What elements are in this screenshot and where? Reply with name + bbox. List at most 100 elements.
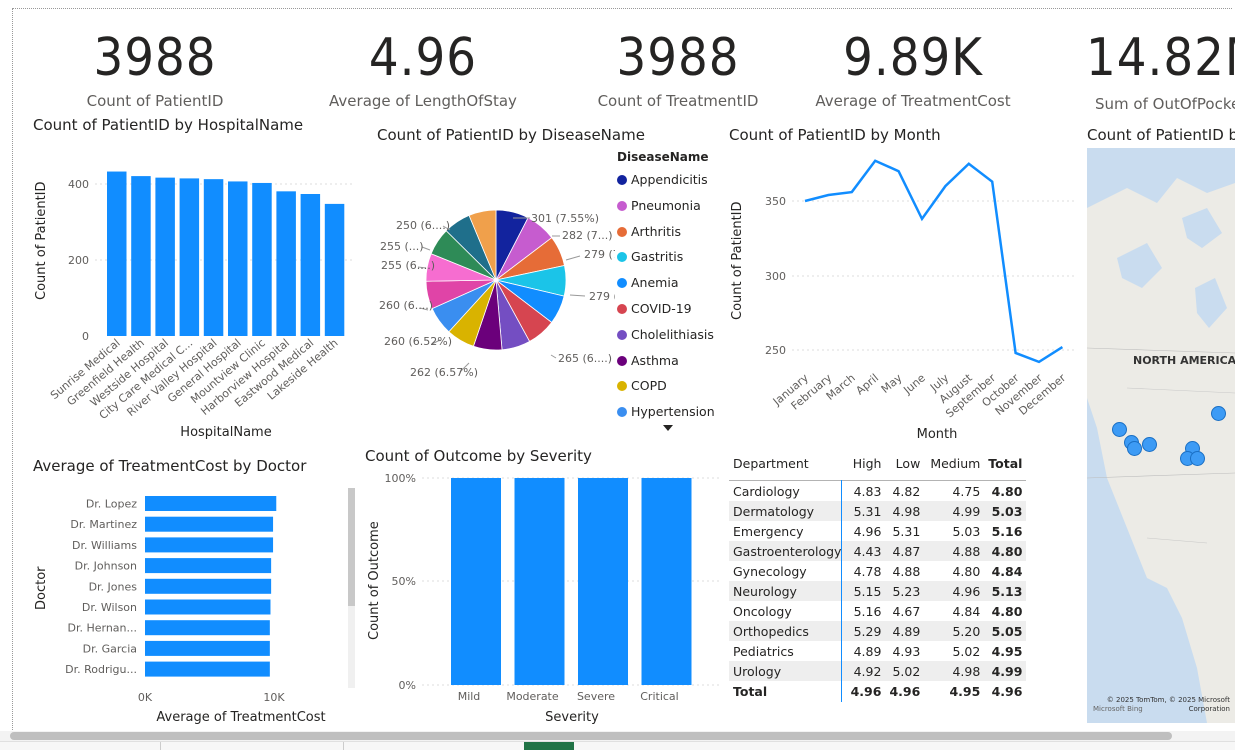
scrollbar-thumb[interactable] xyxy=(348,488,355,606)
matrix-cell: 4.89 xyxy=(853,643,882,659)
pie-legend[interactable]: DiseaseName Appendicitis Pneumonia Arthrit… xyxy=(615,148,725,448)
map-canvas[interactable]: NORTH AMERICA Microsoft Bing © 2025 TomT… xyxy=(1087,148,1235,723)
legend-marker xyxy=(617,407,627,418)
hospital-bar[interactable] xyxy=(324,203,345,336)
matrix-row[interactable]: Gynecology 4.78 4.88 4.80 4.84 xyxy=(729,561,1026,581)
legend-item[interactable]: Appendicitis xyxy=(617,172,708,187)
pie-data-label: 282 (7...) xyxy=(562,229,613,242)
pie-data-label: 250 (6....) xyxy=(396,219,450,232)
department-matrix[interactable]: Department High Low Medium Total Cardiol… xyxy=(729,452,1027,702)
pie-data-label: 255 (...) xyxy=(380,240,424,253)
kpi-value: 3988 xyxy=(616,28,740,88)
hospital-bar[interactable] xyxy=(300,193,321,336)
legend-scroll-down-icon[interactable] xyxy=(663,425,673,431)
pie-data-label: 279 (7%) xyxy=(589,290,615,303)
legend-item[interactable]: COPD xyxy=(617,378,667,393)
legend-item[interactable]: Hypertension xyxy=(617,404,715,419)
severity-bar[interactable] xyxy=(514,478,565,685)
map-bubble[interactable] xyxy=(1211,406,1226,421)
matrix-cell: 4.99 xyxy=(984,661,1027,681)
header-department[interactable]: Department xyxy=(729,452,845,474)
doctor-bar[interactable] xyxy=(145,496,277,511)
legend-item[interactable]: Gastritis xyxy=(617,249,683,264)
doctor-bar[interactable] xyxy=(145,599,271,615)
kpi-card-out-of-pocket[interactable]: 14.82M Sum of OutOfPocketCost xyxy=(1080,28,1235,113)
page-horizontal-scrollbar[interactable] xyxy=(0,731,1235,741)
y-tick-label: Dr. Garcia xyxy=(83,642,137,655)
matrix-row[interactable]: Gastroenterology 4.43 4.87 4.88 4.80 xyxy=(729,541,1027,561)
doctor-bar[interactable] xyxy=(145,661,270,677)
legend-label: COPD xyxy=(631,378,667,394)
doctor-bar[interactable] xyxy=(145,537,274,553)
legend-label: Anemia xyxy=(631,275,679,291)
row-label: Urology xyxy=(729,661,846,681)
y-axis-title: Count of PatientID xyxy=(730,201,745,320)
legend-item[interactable]: COVID-19 xyxy=(617,301,692,316)
matrix-total-row[interactable]: Total 4.96 4.96 4.95 4.96 xyxy=(729,681,1026,701)
matrix-row[interactable]: Oncology 5.16 4.67 4.84 4.80 xyxy=(729,601,1026,621)
map-bubble[interactable] xyxy=(1142,437,1157,452)
header-medium[interactable]: Medium xyxy=(924,452,984,474)
severity-bar[interactable] xyxy=(641,478,692,685)
month-line-chart[interactable]: Count of PatientID Month 250 300 350 Jan… xyxy=(722,145,1082,445)
map-landmass xyxy=(1087,178,1235,723)
legend-item[interactable]: Anemia xyxy=(617,275,678,290)
hospital-bar[interactable] xyxy=(276,191,296,336)
doctor-bar[interactable] xyxy=(145,578,272,594)
outcome-bar-chart[interactable]: Count of Outcome Severity 0% 50% 100% Mi… xyxy=(360,470,725,730)
matrix-row[interactable]: Orthopedics 5.29 4.89 5.20 5.05 xyxy=(729,621,1027,641)
hospital-bar[interactable] xyxy=(179,178,200,336)
matrix-row[interactable]: Neurology 5.15 5.23 4.96 5.13 xyxy=(729,581,1027,601)
legend-marker xyxy=(617,226,627,237)
legend-item[interactable]: Arthritis xyxy=(617,224,681,239)
doctor-bar[interactable] xyxy=(145,558,272,574)
scrollbar-thumb[interactable] xyxy=(10,732,1172,740)
kpi-value: 14.82M xyxy=(1086,28,1235,88)
matrix-row[interactable]: Cardiology 4.83 4.82 4.75 4.80 xyxy=(729,481,1026,502)
hospital-bar[interactable] xyxy=(252,182,272,336)
hospital-bar[interactable] xyxy=(131,176,151,336)
map-visual[interactable]: Count of PatientID by NORTH AMERICA Micr… xyxy=(1087,122,1235,727)
matrix-cell: 5.05 xyxy=(984,621,1027,641)
hospital-bar[interactable] xyxy=(107,171,127,336)
map-bubble[interactable] xyxy=(1127,441,1142,456)
matrix-row[interactable]: Pediatrics 4.89 4.93 5.02 4.95 xyxy=(729,641,1026,661)
matrix-row[interactable]: Dermatology 5.31 4.98 4.99 5.03 xyxy=(729,501,1027,521)
hospital-bar-chart[interactable]: Count of PatientID HospitalName 0 200 40… xyxy=(25,140,360,445)
legend-label: Pneumonia xyxy=(631,197,701,213)
legend-marker xyxy=(617,304,627,314)
doctor-bar[interactable] xyxy=(145,516,274,532)
disease-pie-chart[interactable]: 301 (7.55%) 282 (7...) 279 (7%) 279 (7%)… xyxy=(370,150,615,395)
x-axis-title: HospitalName xyxy=(180,425,271,440)
hospital-bar[interactable] xyxy=(228,181,248,336)
legend-label: Gastritis xyxy=(631,249,684,265)
header-low[interactable]: Low xyxy=(885,452,924,474)
doctor-bar-chart[interactable]: Doctor Average of TreatmentCost 0K 10K D… xyxy=(25,485,345,725)
legend-label: COVID-19 xyxy=(631,301,692,316)
x-axis-title: Month xyxy=(917,427,958,442)
y-tick-label: Dr. Johnson xyxy=(75,560,137,573)
doctor-chart-scrollbar[interactable] xyxy=(348,488,355,688)
month-series-line[interactable] xyxy=(804,159,1064,364)
map-bubble[interactable] xyxy=(1112,422,1127,437)
row-label: Gastroenterology xyxy=(729,541,846,561)
severity-bar[interactable] xyxy=(578,478,628,685)
header-high[interactable]: High xyxy=(845,452,885,474)
legend-marker xyxy=(617,278,627,289)
y-axis-title: Doctor xyxy=(34,566,49,610)
doctor-bar[interactable] xyxy=(145,620,270,636)
legend-item[interactable]: Pneumonia xyxy=(617,198,701,213)
header-total[interactable]: Total xyxy=(984,452,1026,474)
kpi-value: 3988 xyxy=(93,28,217,88)
matrix-row[interactable]: Emergency 4.96 5.31 5.03 5.16 xyxy=(729,521,1026,541)
legend-item[interactable]: Asthma xyxy=(617,353,679,368)
matrix-cell: 5.03 xyxy=(984,501,1027,521)
map-bubble[interactable] xyxy=(1190,451,1205,466)
legend-item[interactable]: Cholelithiasis xyxy=(617,327,714,342)
hospital-bar[interactable] xyxy=(155,177,175,336)
hospital-bar[interactable] xyxy=(203,179,224,336)
y-tick-label: Dr. Wilson xyxy=(82,601,137,614)
doctor-bar[interactable] xyxy=(145,640,270,656)
matrix-row[interactable]: Urology 4.92 5.02 4.98 4.99 xyxy=(729,661,1027,681)
severity-bar[interactable] xyxy=(451,478,501,685)
